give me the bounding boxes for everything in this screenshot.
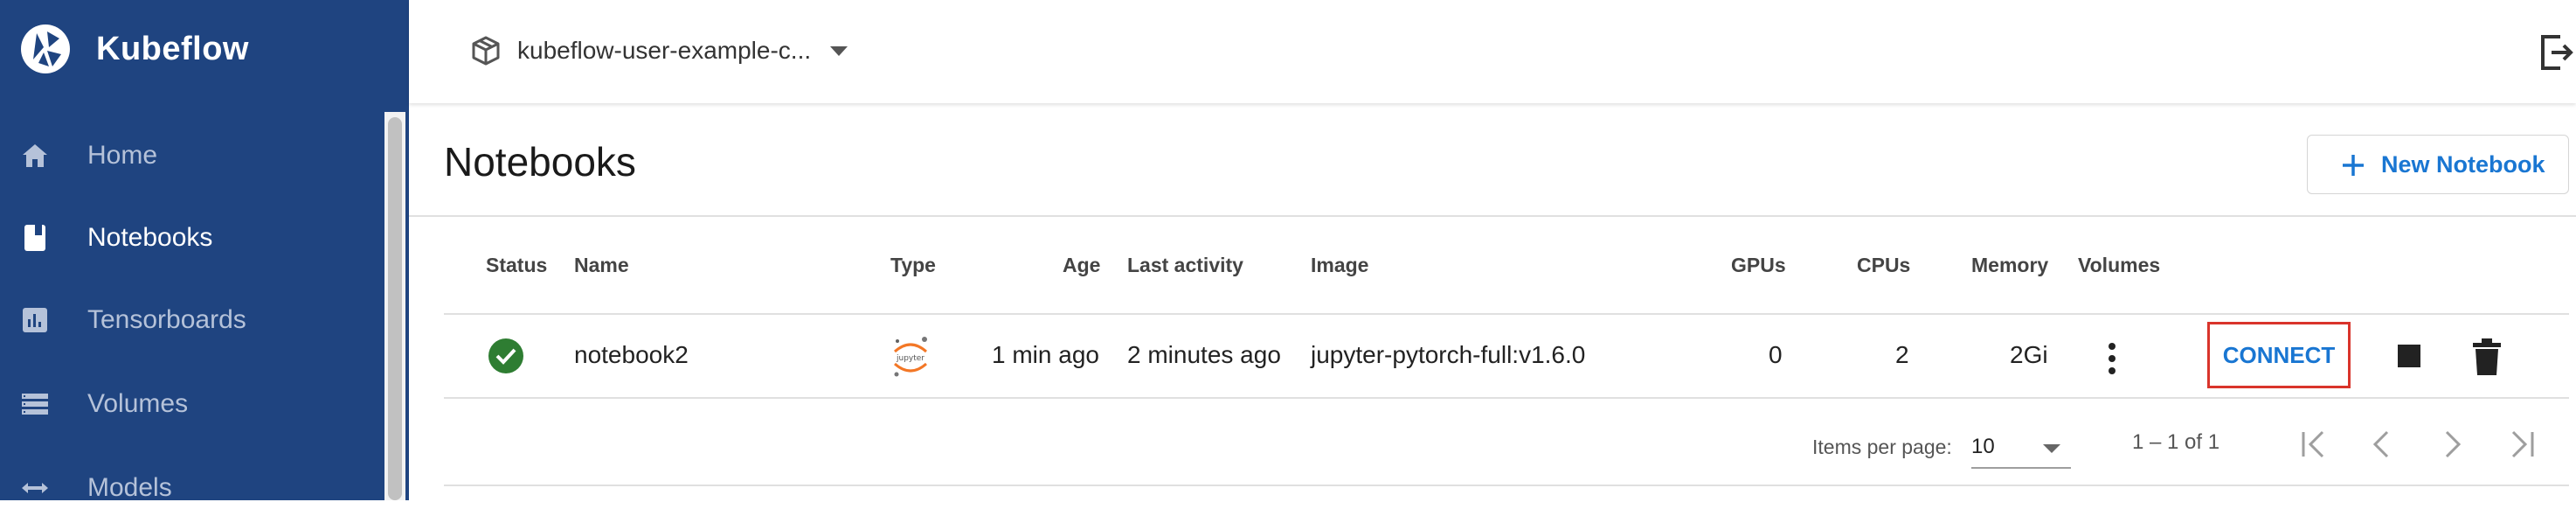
sidebar-scrollbar-thumb[interactable]: [388, 117, 402, 500]
sidebar-item-notebooks[interactable]: Notebooks: [0, 203, 384, 273]
topbar: kubeflow-user-example-c...: [409, 0, 2576, 103]
divider: [444, 313, 2569, 315]
column-header-volumes[interactable]: Volumes: [2078, 254, 2160, 277]
column-header-image[interactable]: Image: [1311, 254, 1368, 277]
chart-icon: [19, 304, 51, 336]
namespace-name: kubeflow-user-example-c...: [517, 37, 812, 64]
notebook-image: jupyter-pytorch-full:v1.6.0: [1311, 341, 1586, 368]
column-header-memory[interactable]: Memory: [1971, 254, 2048, 277]
sidebar: Kubeflow Home Notebooks Tensorboards Vol…: [0, 0, 409, 502]
new-notebook-label: New Notebook: [2381, 150, 2545, 178]
chevron-down-icon: [2043, 444, 2060, 453]
check-circle-icon: [488, 338, 523, 373]
divider: [444, 397, 2569, 399]
column-header-gpus[interactable]: GPUs: [1731, 254, 1786, 277]
page-title: Notebooks: [444, 139, 636, 185]
column-header-name[interactable]: Name: [574, 254, 629, 277]
notebook-icon: [19, 222, 51, 254]
cube-icon: [472, 36, 500, 66]
notebook-gpus: 0: [1769, 341, 1783, 368]
jupyter-icon: jupyter: [894, 337, 927, 377]
column-header-status[interactable]: Status: [486, 254, 547, 277]
home-icon: [19, 140, 51, 171]
sidebar-item-label: Volumes: [87, 389, 189, 418]
first-page-icon[interactable]: [2295, 425, 2333, 464]
notebook-name[interactable]: notebook2: [574, 341, 689, 369]
arrows-icon: [19, 472, 51, 504]
svg-text:jupyter: jupyter: [896, 354, 924, 363]
next-page-icon[interactable]: [2433, 425, 2471, 464]
column-header-last-activity[interactable]: Last activity: [1127, 254, 1243, 277]
delete-icon[interactable]: [2471, 338, 2503, 376]
chevron-down-icon: [830, 45, 848, 56]
brand[interactable]: Kubeflow: [17, 21, 249, 77]
kubeflow-logo-icon: [21, 24, 70, 73]
page-range-label: 1 – 1 of 1: [2132, 430, 2220, 454]
sidebar-item-label: Notebooks: [87, 223, 213, 252]
plus-icon: [2343, 155, 2364, 176]
column-header-type[interactable]: Type: [890, 254, 936, 277]
app-name: Kubeflow: [96, 30, 249, 67]
column-header-cpus[interactable]: CPUs: [1857, 254, 1910, 277]
divider: [409, 215, 2576, 217]
previous-page-icon[interactable]: [2363, 425, 2401, 464]
notebook-last-activity: 2 minutes ago: [1127, 341, 1281, 368]
notebook-cpus: 2: [1895, 341, 1909, 368]
storage-icon: [19, 388, 51, 420]
sidebar-item-home[interactable]: Home: [0, 121, 384, 191]
items-per-page-value: 10: [1971, 435, 1995, 458]
sidebar-item-label: Models: [87, 473, 172, 502]
last-page-icon[interactable]: [2503, 425, 2541, 464]
sidebar-item-label: Tensorboards: [87, 305, 246, 334]
notebook-age: 1 min ago: [992, 341, 1099, 368]
more-vert-icon[interactable]: [2099, 341, 2125, 376]
stop-icon[interactable]: [2398, 345, 2420, 367]
sidebar-item-volumes[interactable]: Volumes: [0, 369, 384, 439]
sidebar-item-tensorboards[interactable]: Tensorboards: [0, 285, 384, 355]
namespace-selector[interactable]: kubeflow-user-example-c...: [470, 26, 848, 75]
connect-button[interactable]: CONNECT: [2207, 322, 2351, 388]
items-per-page-label: Items per page:: [1812, 436, 1952, 458]
new-notebook-button[interactable]: New Notebook: [2307, 135, 2569, 194]
sidebar-item-label: Home: [87, 141, 158, 170]
notebook-memory: 2Gi: [2010, 341, 2048, 368]
column-header-age[interactable]: Age: [1063, 254, 1100, 277]
logout-icon[interactable]: [2538, 31, 2576, 73]
sidebar-item-models[interactable]: Models: [0, 453, 384, 523]
divider: [444, 485, 2569, 486]
